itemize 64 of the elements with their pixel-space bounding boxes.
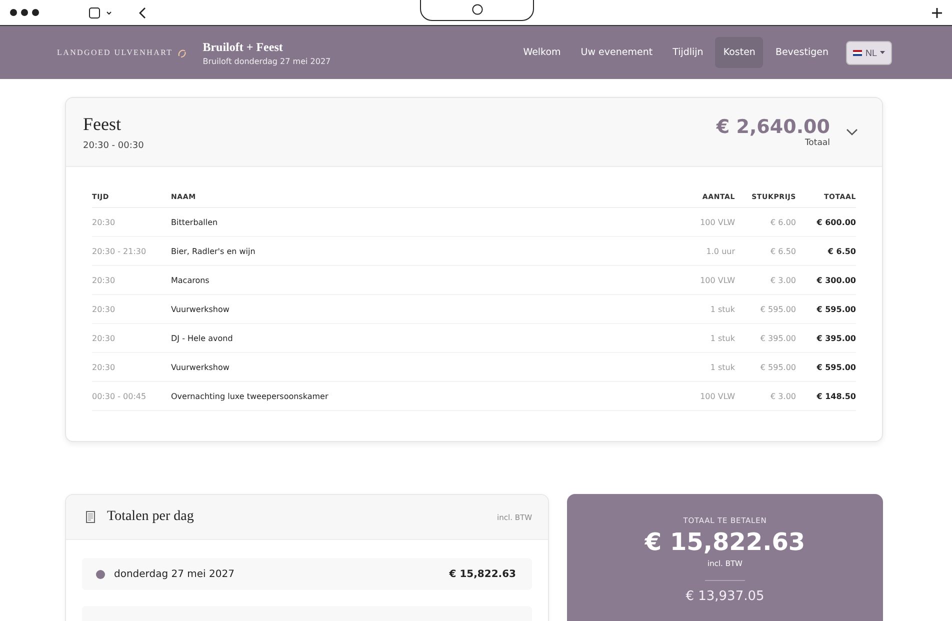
table-cell: € 300.00 [796,266,856,294]
table-cell: Vuurwerkshow [171,352,655,382]
table-cell: € 600.00 [796,208,856,236]
table-cell: 20:30 [92,266,171,294]
table-cell: DJ - Hele avond [171,324,655,352]
table-cell: 20:30 [92,208,171,236]
table-cell: € 6.50 [735,236,796,266]
table-cell: 1 stuk [655,324,735,352]
payment-amount: € 15,822.63 [644,528,806,556]
camera-icon [472,4,482,15]
table-cell: 1 stuk [655,352,735,382]
tabs-icon[interactable] [89,6,113,18]
table-cell: € 595.00 [796,352,856,382]
table-cell: 100 VLW [655,382,735,410]
total-label: Totaal [804,138,830,148]
caret-icon [880,51,885,54]
table-cell: € 595.00 [735,294,796,324]
chevron-icon[interactable] [846,128,858,136]
table-cell: 20:30 - 21:30 [92,236,171,266]
event-subtitle: Bruiloft donderdag 27 mei 2027 [202,56,331,66]
table-cell: 1 stuk [655,294,735,324]
table-cell: 20:30 [92,352,171,382]
table-cell: 100 VLW [655,266,735,294]
table-cell: 1.0 uur [655,236,735,266]
section-title: Feest [83,114,122,134]
event-title: Bruiloft + Feest [202,40,284,54]
new-tab-icon[interactable] [932,8,942,18]
day-date: donderdag 27 mei 2027 [114,568,234,580]
brand-logo: LANDGOED ULVENHART [57,48,173,57]
table-cell: € 6.00 [735,208,796,236]
table-cell: Macarons [171,266,655,294]
day-row[interactable]: donderdag 27 mei 2027 € 15,822.63 [82,558,532,590]
table-cell: € 6.50 [796,236,856,266]
flag-icon [853,50,862,56]
table-cell: Overnachting luxe tweepersoonskamer [171,382,655,410]
panel-title: Totalen per dag [107,509,194,525]
nav-tab[interactable]: Welkom [515,37,569,68]
nav-tab[interactable]: Kosten [715,37,764,68]
table-cell: € 3.00 [735,266,796,294]
table-cell: 00:30 - 00:45 [92,382,171,410]
table-cell: 20:30 [92,294,171,324]
table-cell: € 595.00 [735,352,796,382]
receipt-icon [86,511,95,523]
table-cell: € 595.00 [796,294,856,324]
nav-tab[interactable]: Bevestigen [767,37,836,68]
window-controls-icon[interactable] [10,9,39,16]
table-cell: € 3.00 [735,382,796,410]
table-cell: 20:30 [92,324,171,352]
swirl-icon [176,48,187,58]
table-cell: Bitterballen [171,208,655,236]
table-cell: € 395.00 [735,324,796,352]
section-time: 20:30 - 00:30 [83,140,144,150]
day-amount: € 15,822.63 [449,568,516,580]
section-total: € 2,640.00 [716,116,830,138]
secondary-amount: € 13,937.05 [686,589,764,604]
nav-tab[interactable]: Tijdlijn [664,37,712,68]
table-cell: 100 VLW [655,208,735,236]
language-select[interactable]: NL [846,40,892,64]
table-cell: Vuurwerkshow [171,294,655,324]
table-cell: Bier, Radler's en wijn [171,236,655,266]
back-icon[interactable] [139,6,147,18]
nav-tab[interactable]: Uw evenement [572,37,661,68]
table-cell: € 148.50 [796,382,856,410]
table-cell: € 395.00 [796,324,856,352]
